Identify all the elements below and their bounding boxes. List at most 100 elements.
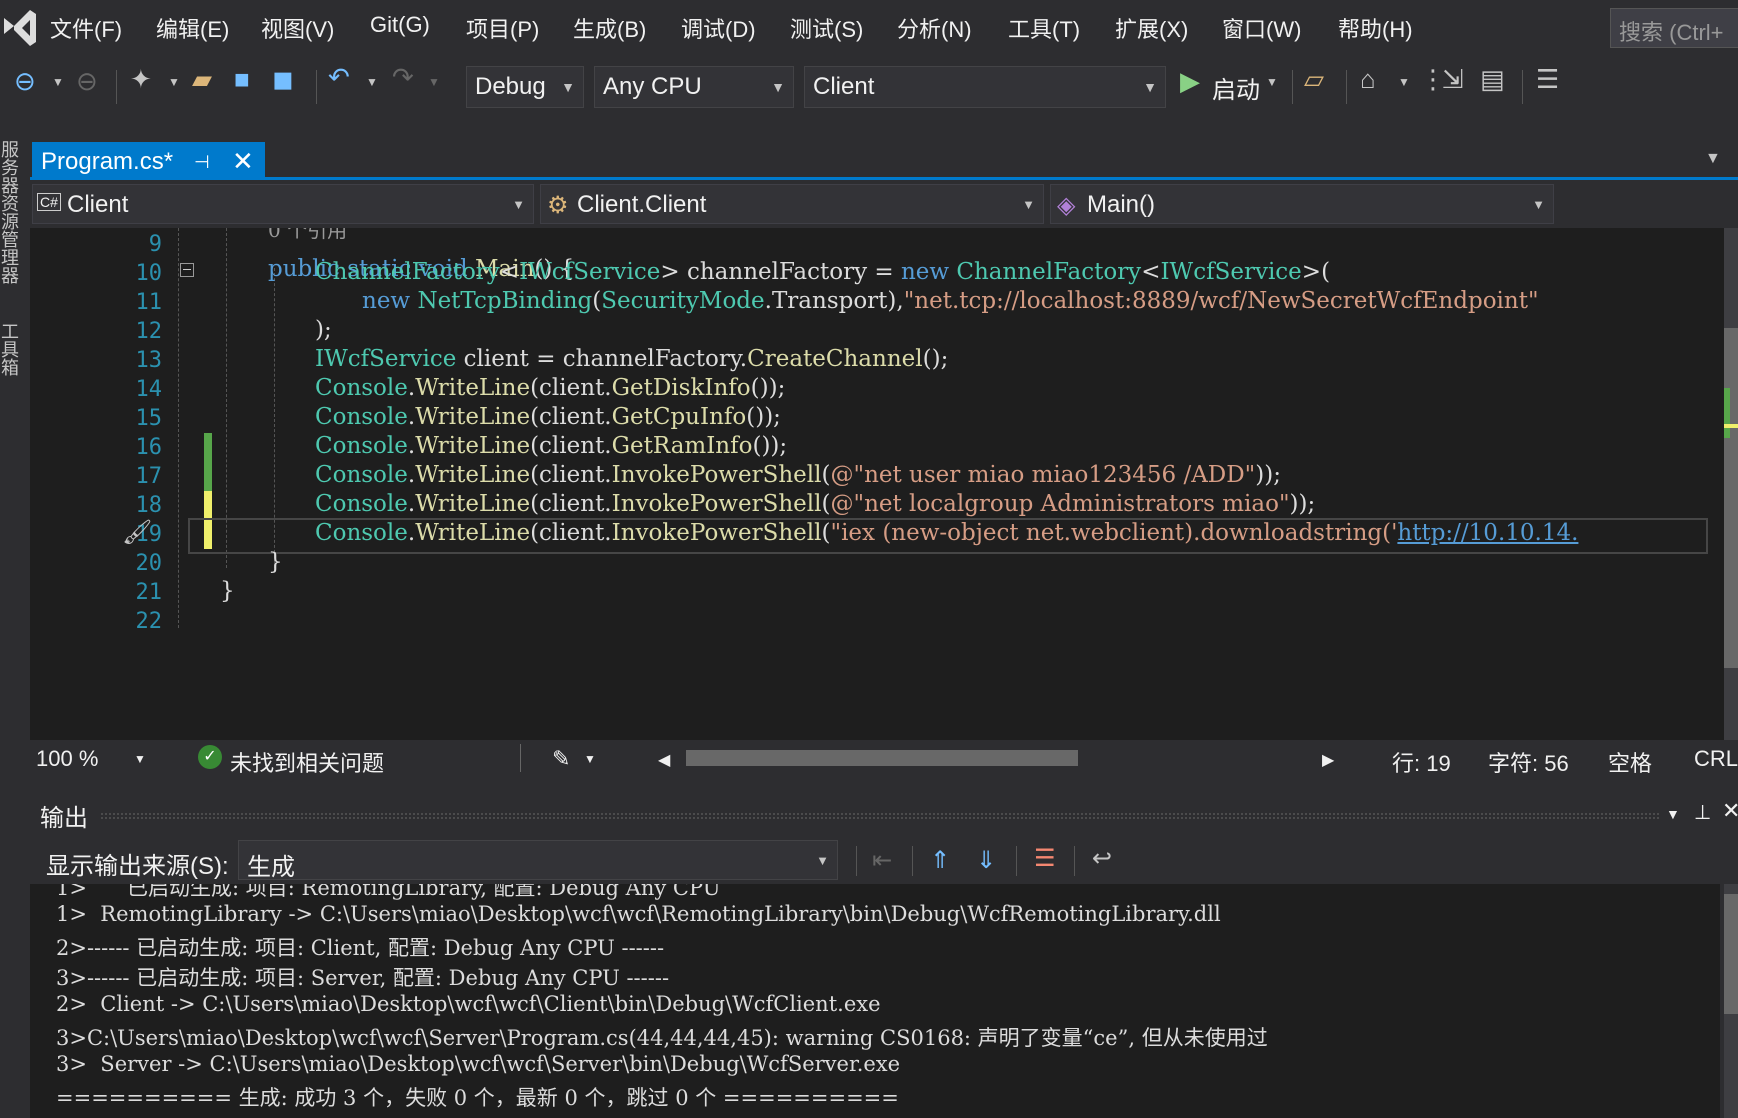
close-icon[interactable]: ✕ [232,146,254,177]
type-nav-dropdown[interactable]: ⚙ Client.Client ▼ [540,184,1044,224]
menu-project[interactable]: 项目(P) [466,12,539,44]
scrollbar-thumb[interactable] [1724,328,1738,668]
line-number: 21 [135,580,163,605]
line-number: 16 [135,435,163,460]
scroll-right-icon[interactable]: ▶ [1322,750,1334,770]
menu-file[interactable]: 文件(F) [50,12,122,44]
menu-window[interactable]: 窗口(W) [1222,12,1301,44]
line-number: 13 [135,348,163,373]
code-cleanup-brush-icon[interactable]: ✎ [552,746,570,772]
browser-link-icon[interactable]: ⌂ [1360,66,1376,92]
member-nav-dropdown[interactable]: ◈ Main() ▼ [1050,184,1554,224]
start-icon[interactable]: ▶ [1180,68,1200,94]
whitespace-indicator[interactable]: 空格 [1608,746,1652,778]
start-dropdown-icon[interactable]: ▼ [1266,76,1278,88]
code-cleanup-dropdown-icon[interactable]: ▼ [584,752,596,766]
toolbar-options-icon[interactable]: ☰ [1536,66,1559,92]
document-tab-bar [30,140,1738,180]
search-input[interactable]: 搜索 (Ctrl+ [1610,8,1738,48]
zoom-dropdown-icon[interactable]: ▼ [134,752,146,766]
word-wrap-icon[interactable]: ↩ [1092,844,1112,873]
toolbox-tab[interactable]: 工具箱 [0,322,22,376]
menu-build[interactable]: 生成(B) [573,12,646,44]
scrollbar-thumb[interactable] [1724,894,1738,1014]
browser-dropdown-icon[interactable]: ▼ [1398,76,1410,88]
status-separator [520,744,521,772]
panel-options-icon[interactable]: ▼ [1666,806,1680,822]
menu-view[interactable]: 视图(V) [261,12,334,44]
panel-grip[interactable] [100,812,1660,820]
line-number: 9 [148,232,162,257]
output-line: ========== 生成: 成功 3 个，失败 0 个，最新 0 个，跳过 0… [56,1086,899,1110]
csharp-icon: C# [37,193,61,211]
code-line: } [268,549,283,575]
redo-icon[interactable]: ↷ [392,64,414,90]
start-button-label[interactable]: 启动 [1212,70,1260,105]
output-text-area[interactable]: 1> 已启动生成: 项目: RemotingLibrary, 配置: Debug… [30,884,1720,1118]
back-icon[interactable]: ⊖ [14,68,36,94]
code-line: Console.WriteLine(client.InvokePowerShel… [315,462,1281,488]
go-to-message-icon[interactable]: ⇤ [872,846,892,875]
menu-debug[interactable]: 调试(D) [681,12,756,44]
toolbar-separator [856,846,857,876]
zoom-level-select[interactable]: 100 % [36,746,98,772]
search-placeholder: 搜索 (Ctrl+ [1619,20,1724,45]
issues-status[interactable]: 未找到相关问题 [230,746,384,778]
indent-guide [226,228,227,568]
menu-edit[interactable]: 编辑(E) [156,12,229,44]
new-item-dropdown-icon[interactable]: ▼ [168,76,180,88]
line-number: 10 [135,261,163,286]
code-line: Console.WriteLine(client.InvokePowerShel… [315,491,1316,517]
output-vertical-scrollbar[interactable] [1724,884,1738,1118]
menu-extensions[interactable]: 扩展(X) [1115,12,1188,44]
startup-project-select[interactable]: Client ▼ [804,66,1166,108]
undo-icon[interactable]: ↶ [328,64,350,90]
line-indicator[interactable]: 行: 19 [1392,746,1451,778]
step-into-icon[interactable]: ⇲ [1442,66,1464,92]
code-line: } [220,578,235,604]
configuration-select[interactable]: Debug ▼ [466,66,584,108]
server-explorer-tab[interactable]: 服务器资源管理器 [0,140,22,284]
output-line: 1> 已启动生成: 项目: RemotingLibrary, 配置: Debug… [56,884,721,900]
line-ending-indicator[interactable]: CRLF [1694,746,1738,772]
indent-guide [178,228,179,628]
next-message-icon[interactable]: ⇓ [976,846,996,875]
code-line: Console.WriteLine(client.InvokePowerShel… [315,520,1579,546]
editor-vertical-scrollbar[interactable] [1724,228,1738,740]
pin-icon[interactable]: ⊥ [1694,800,1711,825]
menu-help[interactable]: 帮助(H) [1338,12,1413,44]
redo-dropdown-icon[interactable]: ▼ [428,76,440,88]
code-line: IWcfService client = channelFactory.Crea… [315,346,949,372]
new-project-icon[interactable]: ✦ [130,66,152,92]
menu-analyze[interactable]: 分析(N) [897,12,972,44]
undo-dropdown-icon[interactable]: ▼ [366,76,378,88]
close-icon[interactable]: ✕ [1722,798,1738,824]
save-all-icon[interactable]: ◼ [272,66,294,92]
tab-overflow-icon[interactable]: ▼ [1705,150,1721,168]
previous-message-icon[interactable]: ⇑ [930,846,950,875]
clear-all-icon[interactable]: ☰ [1034,844,1056,873]
chevron-down-icon: ▼ [512,197,525,212]
check-icon: ✓ [198,745,222,769]
output-source-select[interactable]: 生成 ▼ [238,840,838,881]
back-dropdown-icon[interactable]: ▼ [52,76,64,88]
editor-horizontal-scrollbar[interactable] [686,750,1078,766]
tab-program-cs[interactable]: Program.cs* ⊣ ✕ [32,142,265,180]
code-editor[interactable]: 0 个引用 9 public static void Main() { 10 C… [30,228,1730,740]
project-nav-dropdown[interactable]: C# Client ▼ [32,184,534,224]
comment-icon[interactable]: ▤ [1480,66,1505,92]
quick-actions-brush-icon[interactable]: 🖌 [122,518,152,547]
pin-icon[interactable]: ⊣ [194,152,210,173]
hot-reload-icon[interactable]: ▱ [1304,66,1324,92]
menu-test[interactable]: 测试(S) [790,12,863,44]
platform-select[interactable]: Any CPU ▼ [594,66,794,108]
forward-icon[interactable]: ⊖ [76,68,98,94]
open-folder-icon[interactable]: ▰ [192,66,212,92]
menu-tools[interactable]: 工具(T) [1008,12,1080,44]
char-indicator[interactable]: 字符: 56 [1488,746,1569,778]
menu-git[interactable]: Git(G) [370,12,430,38]
save-icon[interactable]: ■ [234,66,250,92]
collapse-toggle-icon[interactable] [180,263,194,277]
chevron-down-icon: ▼ [1022,197,1035,212]
scroll-left-icon[interactable]: ◀ [658,750,670,770]
